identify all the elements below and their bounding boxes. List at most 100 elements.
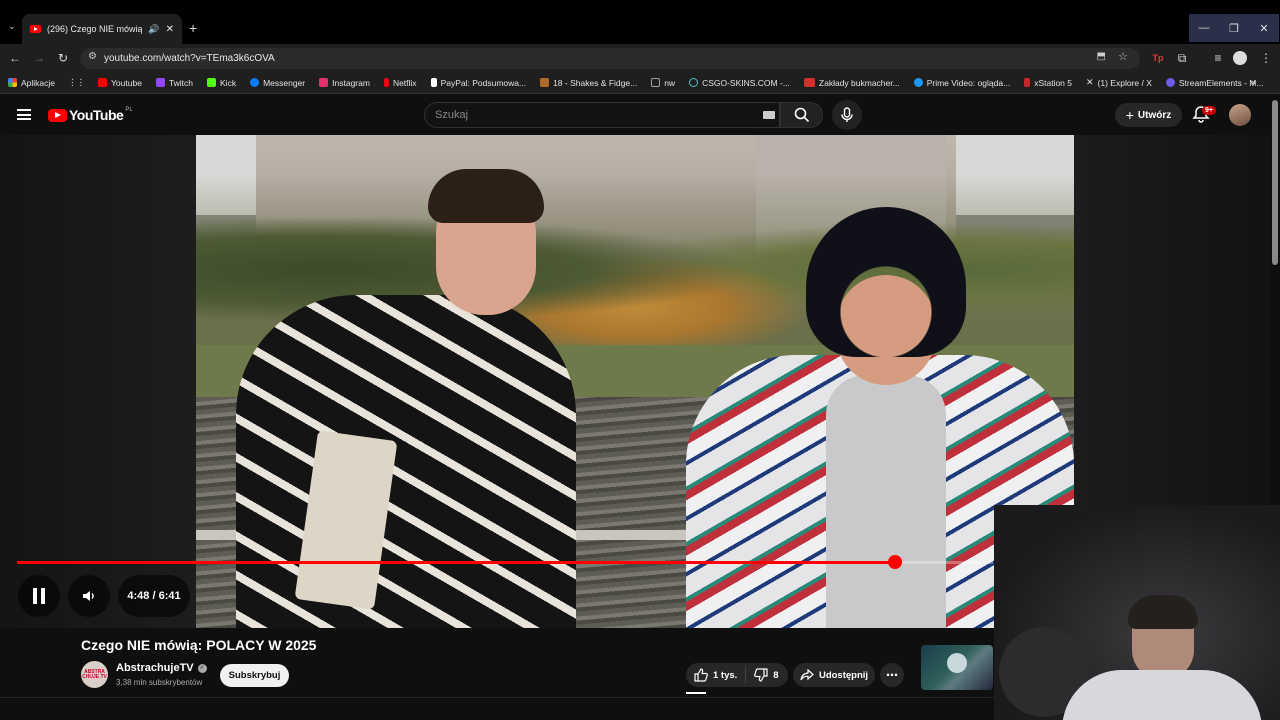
person-right-hoodie — [826, 375, 946, 628]
microphone-icon — [841, 107, 853, 122]
tab-close-icon[interactable]: ✕ — [166, 24, 174, 35]
media-controls-icon[interactable]: ≡ — [1210, 50, 1226, 66]
reload-button[interactable]: ↻ — [55, 50, 71, 66]
messenger-icon — [250, 78, 260, 87]
dislike-button[interactable]: 8 — [746, 668, 786, 682]
progress-played — [17, 561, 896, 564]
new-tab-button[interactable]: + — [189, 20, 197, 36]
thumbs-up-icon — [694, 668, 708, 682]
bookmark-item[interactable]: CSGO-SKINS.COM -... — [682, 78, 797, 88]
share-button[interactable]: Udostępnij — [793, 663, 875, 687]
bookmark-item[interactable]: Kick — [200, 78, 243, 88]
youtube-header: YouTube PL Szukaj + Utwórz — [0, 95, 1270, 135]
time-display: 4:48 / 6:41 — [118, 575, 190, 617]
bookmarks-bar: Aplikacje ⋮⋮ Youtube Twitch Kick Messeng… — [0, 72, 1280, 94]
search-input[interactable]: Szukaj — [424, 102, 780, 128]
browser-tab-active[interactable]: (296) Czego NIE mówią: PO 🔊 ✕ — [22, 14, 182, 44]
tab-title: (296) Czego NIE mówią: PO — [47, 24, 143, 34]
site-info-icon[interactable]: ⚙ — [88, 51, 97, 62]
like-button[interactable]: 1 tys. — [686, 667, 747, 683]
instagram-icon — [319, 78, 329, 87]
bookmark-item[interactable]: Aplikacje — [0, 78, 62, 88]
close-window-button[interactable]: ✕ — [1249, 14, 1279, 42]
pause-button[interactable] — [18, 575, 60, 617]
youtube-logo-icon — [48, 108, 67, 122]
like-underline — [686, 692, 706, 694]
ambient-left — [0, 135, 196, 628]
video-frame[interactable] — [196, 135, 1074, 628]
keyboard-icon[interactable] — [763, 111, 775, 119]
profile-icon[interactable] — [1233, 51, 1247, 65]
video-title: Czego NIE mówią: POLACY W 2025 — [81, 637, 317, 653]
channel-avatar[interactable]: ABSTRA CHUJE TV — [81, 661, 108, 688]
more-actions-button[interactable]: ⋯ — [880, 663, 904, 687]
plus-icon: + — [1125, 107, 1134, 123]
audio-playing-icon[interactable]: 🔊 — [148, 24, 159, 35]
share-icon — [800, 669, 814, 681]
verified-check-icon: ✓ — [197, 663, 207, 673]
search-placeholder: Szukaj — [435, 109, 469, 121]
person-left-body — [236, 295, 576, 628]
tab-search-icon[interactable]: ⌄ — [8, 21, 16, 32]
bookmark-item[interactable]: PayPal: Podsumowa... — [424, 78, 534, 88]
apps-grid-icon — [8, 78, 17, 87]
youtube-icon — [98, 78, 108, 87]
install-app-icon[interactable]: ⬒ — [1097, 51, 1106, 62]
bookmark-item[interactable]: Messenger — [243, 78, 312, 88]
xstation-icon — [1024, 78, 1031, 87]
channel-name[interactable]: AbstrachujeTV ✓ — [116, 662, 207, 674]
webcam-person-hair — [1128, 595, 1198, 629]
recommended-video-thumbnail[interactable] — [921, 645, 993, 690]
youtube-logo[interactable]: YouTube PL — [48, 107, 133, 123]
extensions-puzzle-icon[interactable]: ⧉ — [1174, 50, 1190, 66]
user-avatar[interactable] — [1229, 104, 1251, 126]
back-button[interactable]: ← — [7, 50, 23, 66]
netflix-icon — [383, 78, 389, 87]
time-text: 4:48 / 6:41 — [127, 590, 181, 602]
browser-menu-icon[interactable]: ⋮ — [1258, 50, 1274, 66]
ambient-right — [1074, 135, 1270, 505]
volume-button[interactable] — [68, 575, 110, 617]
like-count: 1 tys. — [713, 669, 738, 681]
bookmark-item[interactable]: Netflix — [377, 78, 424, 88]
create-button[interactable]: + Utwórz — [1115, 103, 1182, 127]
subscriber-count: 3,38 mln subskrybentów — [116, 678, 203, 687]
kick-icon — [207, 78, 217, 87]
thumbnail-figure — [947, 653, 967, 673]
youtube-favicon-icon — [30, 25, 41, 33]
folder-icon — [651, 78, 661, 87]
subscribe-button[interactable]: Subskrybuj — [220, 664, 289, 687]
bookmark-item[interactable]: 18 - Shakes & Fidge... — [533, 78, 644, 88]
bookmarks-overflow-icon[interactable]: » — [1251, 77, 1256, 87]
minimize-button[interactable]: — — [1189, 14, 1219, 42]
bookmark-item[interactable]: Instagram — [312, 78, 377, 88]
person-left-hair — [428, 169, 544, 223]
bookmark-item[interactable]: Prime Video: ogląda... — [907, 78, 1017, 88]
restore-button[interactable]: ❐ — [1219, 14, 1249, 42]
create-label: Utwórz — [1137, 109, 1172, 121]
streamelements-icon — [1165, 78, 1175, 87]
webcam-person-shirt — [1062, 670, 1262, 720]
bookmark-folder[interactable]: nw — [644, 78, 682, 88]
bookmark-item[interactable]: xStation 5 — [1017, 78, 1079, 88]
voice-search-button[interactable] — [832, 100, 862, 130]
address-bar[interactable]: ⚙ youtube.com/watch?v=TEma3k6cOVA ⬒ ☆ — [80, 48, 1140, 69]
bookmark-item[interactable]: Zakłady bukmacher... — [797, 78, 907, 88]
game-icon — [540, 78, 550, 87]
bookmark-item[interactable]: Twitch — [149, 78, 200, 88]
forward-button[interactable]: → — [31, 50, 47, 66]
bookmark-star-icon[interactable]: ☆ — [1118, 50, 1128, 63]
person-right-hat — [806, 207, 966, 357]
thumbs-down-icon — [754, 668, 768, 682]
hamburger-menu-icon[interactable] — [17, 109, 31, 120]
apps-grid-button[interactable]: ⋮⋮ — [62, 77, 91, 88]
browser-tab-strip: ⌄ (296) Czego NIE mówią: PO 🔊 ✕ + — ❐ ✕ — [0, 0, 1280, 44]
scrollbar-thumb[interactable] — [1272, 100, 1278, 265]
search-button[interactable] — [780, 102, 823, 128]
globe-icon — [689, 78, 699, 87]
like-dislike-group: 1 tys. 8 — [686, 663, 788, 687]
bookmark-item[interactable]: Youtube — [91, 78, 149, 88]
notification-badge: 9+ — [1202, 106, 1216, 115]
extension-icon[interactable]: Tp — [1150, 50, 1166, 66]
bookmark-item[interactable]: ✕ (1) Explore / X — [1079, 77, 1159, 88]
